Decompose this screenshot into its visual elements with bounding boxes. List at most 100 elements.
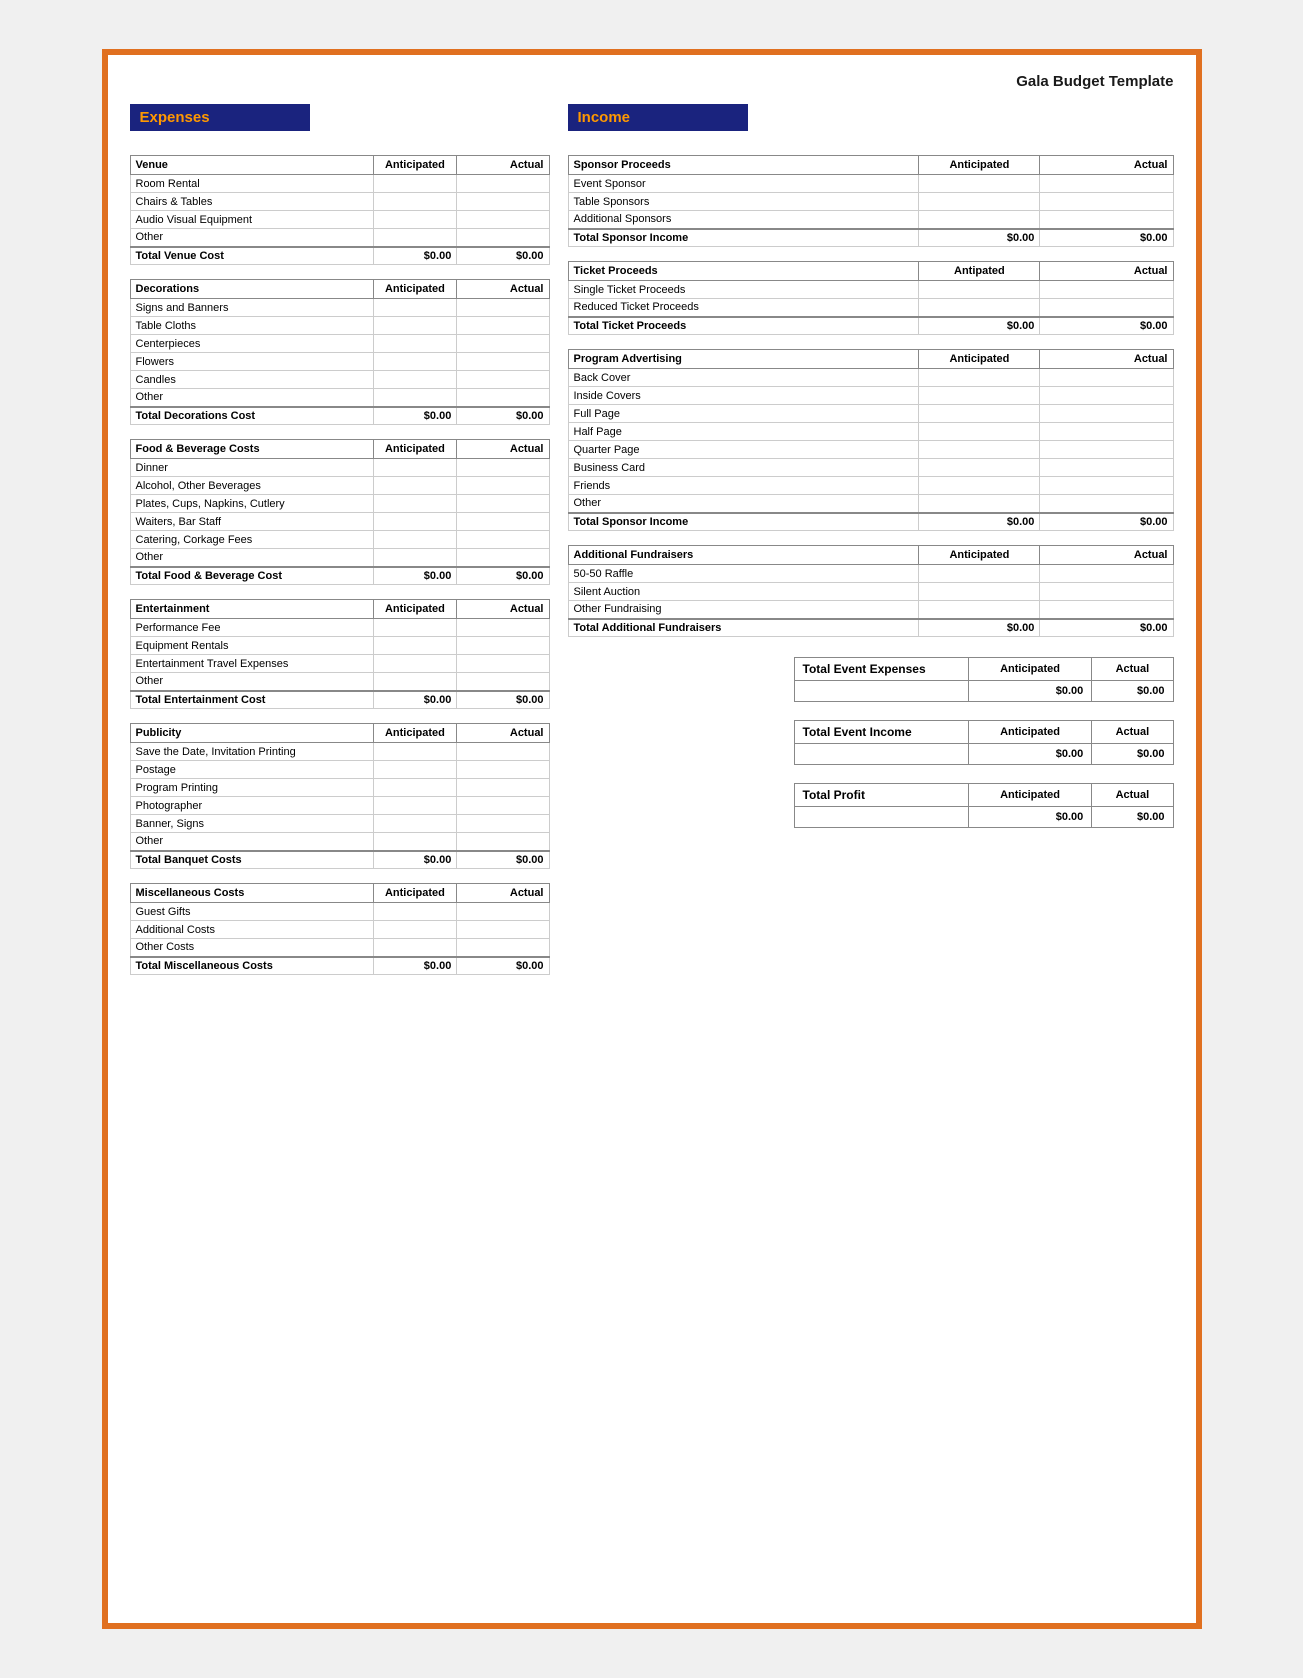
food-total-row: Total Food & Beverage Cost $0.00 $0.00 (130, 567, 549, 585)
sponsor-actual-header: Actual (1040, 156, 1173, 175)
ticket-anticipated-header: Antipated (919, 262, 1040, 281)
table-row: Other (130, 389, 549, 407)
food-header: Food & Beverage Costs (130, 440, 373, 459)
table-row: Alcohol, Other Beverages (130, 477, 549, 495)
fundraisers-header: Additional Fundraisers (568, 546, 919, 565)
fundraisers-anticipated-header: Anticipated (919, 546, 1040, 565)
table-row: Additional Sponsors (568, 211, 1173, 229)
total-expenses-actual-header: Actual (1092, 658, 1173, 681)
decorations-total-anticipated: $0.00 (373, 407, 457, 425)
table-row: Other (130, 673, 549, 691)
total-income-actual-header: Actual (1092, 721, 1173, 744)
total-income-label: Total Event Income (794, 721, 968, 744)
table-row: Other (130, 549, 549, 567)
fundraisers-table: Additional Fundraisers Anticipated Actua… (568, 545, 1174, 637)
entertainment-actual-header: Actual (457, 600, 549, 619)
total-income-anticipated-val: $0.00 (968, 744, 1091, 765)
sponsor-total-row: Total Sponsor Income $0.00 $0.00 (568, 229, 1173, 247)
table-row: Additional Costs (130, 921, 549, 939)
decorations-header: Decorations (130, 280, 373, 299)
sponsor-total-anticipated: $0.00 (919, 229, 1040, 247)
sponsor-total-actual: $0.00 (1040, 229, 1173, 247)
miscellaneous-anticipated-header: Anticipated (373, 884, 457, 903)
table-row: Friends (568, 477, 1173, 495)
total-expenses-anticipated-header: Anticipated (968, 658, 1091, 681)
fundraisers-total-anticipated: $0.00 (919, 619, 1040, 637)
fundraisers-total-row: Total Additional Fundraisers $0.00 $0.00 (568, 619, 1173, 637)
page-title: Gala Budget Template (130, 73, 1174, 90)
table-row: Full Page (568, 405, 1173, 423)
table-row: Signs and Banners (130, 299, 549, 317)
decorations-table: Decorations Anticipated Actual Signs and… (130, 279, 550, 425)
entertainment-total-label: Total Entertainment Cost (130, 691, 373, 709)
publicity-total-actual: $0.00 (457, 851, 549, 869)
table-row: Event Sponsor (568, 175, 1173, 193)
income-column: Income Sponsor Proceeds Anticipated Actu… (568, 104, 1174, 838)
table-row: Equipment Rentals (130, 637, 549, 655)
entertainment-table: Entertainment Anticipated Actual Perform… (130, 599, 550, 709)
table-row: Centerpieces (130, 335, 549, 353)
total-expenses-label: Total Event Expenses (794, 658, 968, 681)
table-row: Reduced Ticket Proceeds (568, 299, 1173, 317)
miscellaneous-total-row: Total Miscellaneous Costs $0.00 $0.00 (130, 957, 549, 975)
table-row: Single Ticket Proceeds (568, 281, 1173, 299)
entertainment-anticipated-header: Anticipated (373, 600, 457, 619)
publicity-anticipated-header: Anticipated (373, 724, 457, 743)
miscellaneous-total-label: Total Miscellaneous Costs (130, 957, 373, 975)
table-row: Dinner (130, 459, 549, 477)
income-header: Income (568, 104, 748, 131)
table-row: Entertainment Travel Expenses (130, 655, 549, 673)
ticket-table: Ticket Proceeds Antipated Actual Single … (568, 261, 1174, 335)
food-anticipated-header: Anticipated (373, 440, 457, 459)
advertising-total-label: Total Sponsor Income (568, 513, 919, 531)
table-row: Banner, Signs (130, 815, 549, 833)
food-total-label: Total Food & Beverage Cost (130, 567, 373, 585)
table-row: Other (568, 495, 1173, 513)
advertising-total-row: Total Sponsor Income $0.00 $0.00 (568, 513, 1173, 531)
table-row: Waiters, Bar Staff (130, 513, 549, 531)
entertainment-total-row: Total Entertainment Cost $0.00 $0.00 (130, 691, 549, 709)
page: Gala Budget Template Expenses Venue Anti… (102, 49, 1202, 1629)
advertising-total-anticipated: $0.00 (919, 513, 1040, 531)
miscellaneous-total-anticipated: $0.00 (373, 957, 457, 975)
table-row: Inside Covers (568, 387, 1173, 405)
entertainment-total-anticipated: $0.00 (373, 691, 457, 709)
decorations-anticipated-header: Anticipated (373, 280, 457, 299)
ticket-total-actual: $0.00 (1040, 317, 1173, 335)
sponsor-total-label: Total Sponsor Income (568, 229, 919, 247)
miscellaneous-total-actual: $0.00 (457, 957, 549, 975)
summary-section: Total Event Expenses Anticipated Actual … (568, 657, 1174, 838)
ticket-total-row: Total Ticket Proceeds $0.00 $0.00 (568, 317, 1173, 335)
food-total-actual: $0.00 (457, 567, 549, 585)
publicity-total-label: Total Banquet Costs (130, 851, 373, 869)
venue-total-actual: $0.00 (457, 247, 549, 265)
miscellaneous-table: Miscellaneous Costs Anticipated Actual G… (130, 883, 550, 975)
table-row: Performance Fee (130, 619, 549, 637)
table-row: Candles (130, 371, 549, 389)
total-income-table: Total Event Income Anticipated Actual $0… (794, 720, 1174, 765)
decorations-total-actual: $0.00 (457, 407, 549, 425)
venue-table: Venue Anticipated Actual Room Rental Cha… (130, 155, 550, 265)
decorations-total-row: Total Decorations Cost $0.00 $0.00 (130, 407, 549, 425)
table-row: Table Cloths (130, 317, 549, 335)
table-row: Other (130, 833, 549, 851)
table-row: Audio Visual Equipment (130, 211, 549, 229)
table-row: Table Sponsors (568, 193, 1173, 211)
table-row: Back Cover (568, 369, 1173, 387)
food-actual-header: Actual (457, 440, 549, 459)
total-expenses-actual-val: $0.00 (1092, 681, 1173, 702)
ticket-header: Ticket Proceeds (568, 262, 919, 281)
advertising-header: Program Advertising (568, 350, 919, 369)
total-income-actual-val: $0.00 (1092, 744, 1173, 765)
venue-header: Venue (130, 156, 373, 175)
fundraisers-total-actual: $0.00 (1040, 619, 1173, 637)
table-row: Quarter Page (568, 441, 1173, 459)
entertainment-header: Entertainment (130, 600, 373, 619)
table-row: 50-50 Raffle (568, 565, 1173, 583)
ticket-actual-header: Actual (1040, 262, 1173, 281)
venue-total-row: Total Venue Cost $0.00 $0.00 (130, 247, 549, 265)
table-row: Flowers (130, 353, 549, 371)
venue-actual-header: Actual (457, 156, 549, 175)
table-row: Plates, Cups, Napkins, Cutlery (130, 495, 549, 513)
table-row: Photographer (130, 797, 549, 815)
